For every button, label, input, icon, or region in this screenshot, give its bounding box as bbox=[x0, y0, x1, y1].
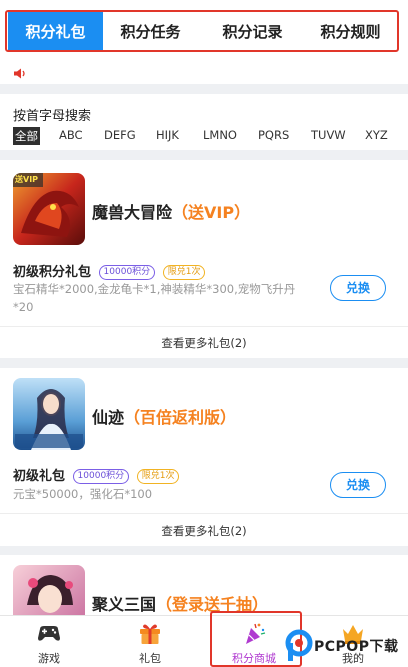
game-card: 仙迹（百倍返利版） 初级礼包 10000积分 限兑1次 元宝*50000，强化石… bbox=[0, 368, 408, 546]
game-name: 仙迹 bbox=[92, 408, 125, 427]
alphabet-filter: 按首字母搜索 全部 ABC DEFG HIJK LMNO PQRS TUVW X… bbox=[0, 94, 408, 150]
tab-bar: 积分礼包 积分任务 积分记录 积分规则 bbox=[0, 0, 408, 56]
alphabet-filter-title: 按首字母搜索 bbox=[13, 109, 92, 124]
pack-description: 元宝*50000，强化石*100 bbox=[13, 487, 153, 501]
alphabet-item-defg[interactable]: DEFG bbox=[104, 128, 136, 142]
gamepad-icon bbox=[36, 620, 62, 646]
points-badge: 10000积分 bbox=[72, 469, 130, 484]
alphabet-item-hijk[interactable]: HIJK bbox=[156, 128, 179, 142]
game-promo: （送VIP） bbox=[172, 203, 251, 222]
nav-item-games[interactable]: 游戏 bbox=[9, 616, 89, 667]
pack-title: 初级积分礼包 10000积分 限兑1次 bbox=[13, 261, 206, 280]
game-title[interactable]: 魔兽大冒险（送VIP） bbox=[92, 199, 250, 223]
watermark-text: PCPOP下载 bbox=[314, 639, 399, 655]
limit-badge: 限兑1次 bbox=[136, 469, 180, 484]
game-card: 送VIP 魔兽大冒险（送VIP） 初级积分礼包 10000积分 限兑1次 宝石精… bbox=[0, 160, 408, 358]
game-thumbnail[interactable] bbox=[13, 378, 85, 450]
alphabet-item-all[interactable]: 全部 bbox=[13, 127, 40, 145]
tab-highlight-box bbox=[5, 10, 399, 52]
watermark: PCPOP下载 bbox=[282, 624, 408, 667]
pack-name: 初级积分礼包 bbox=[13, 265, 92, 280]
pack-description: 宝石精华*2000,金龙龟卡*1,神装精华*300,宠物飞升丹*20 bbox=[13, 282, 296, 314]
pack-name: 初级礼包 bbox=[13, 469, 66, 484]
exchange-button[interactable]: 兑换 bbox=[330, 275, 386, 301]
view-more-gifts-link[interactable]: 查看更多礼包(2) bbox=[0, 523, 408, 539]
limit-badge: 限兑1次 bbox=[162, 265, 206, 280]
divider bbox=[0, 513, 408, 514]
game-title[interactable]: 仙迹（百倍返利版） bbox=[92, 404, 236, 428]
nav-label: 礼包 bbox=[139, 652, 161, 665]
exchange-button[interactable]: 兑换 bbox=[330, 472, 386, 498]
pack-title: 初级礼包 10000积分 限兑1次 bbox=[13, 465, 180, 484]
alphabet-item-tuvw[interactable]: TUVW bbox=[311, 128, 346, 142]
divider bbox=[0, 326, 408, 327]
game-promo: （百倍返利版） bbox=[124, 408, 237, 427]
alphabet-item-xyz[interactable]: XYZ bbox=[365, 128, 388, 142]
alphabet-item-abc[interactable]: ABC bbox=[59, 128, 83, 142]
nav-item-gifts[interactable]: 礼包 bbox=[110, 616, 190, 667]
alphabet-item-pqrs[interactable]: PQRS bbox=[258, 128, 289, 142]
points-badge: 10000积分 bbox=[98, 265, 156, 280]
thumbnail-tag: 送VIP bbox=[15, 175, 39, 184]
game-thumbnail[interactable] bbox=[13, 565, 85, 615]
game-thumbnail[interactable]: 送VIP bbox=[13, 173, 85, 245]
game-name: 聚义三国 bbox=[92, 595, 157, 614]
game-name: 魔兽大冒险 bbox=[92, 203, 173, 222]
notice-bar bbox=[0, 56, 408, 84]
alphabet-item-lmno[interactable]: LMNO bbox=[203, 128, 237, 142]
watermark-logo-icon bbox=[285, 629, 313, 661]
view-more-gifts-link[interactable]: 查看更多礼包(2) bbox=[0, 335, 408, 351]
game-card: 聚义三国（登录送千抽） bbox=[0, 555, 408, 615]
nav-label: 游戏 bbox=[38, 652, 60, 665]
gift-icon bbox=[137, 620, 163, 646]
speaker-icon bbox=[13, 64, 27, 83]
